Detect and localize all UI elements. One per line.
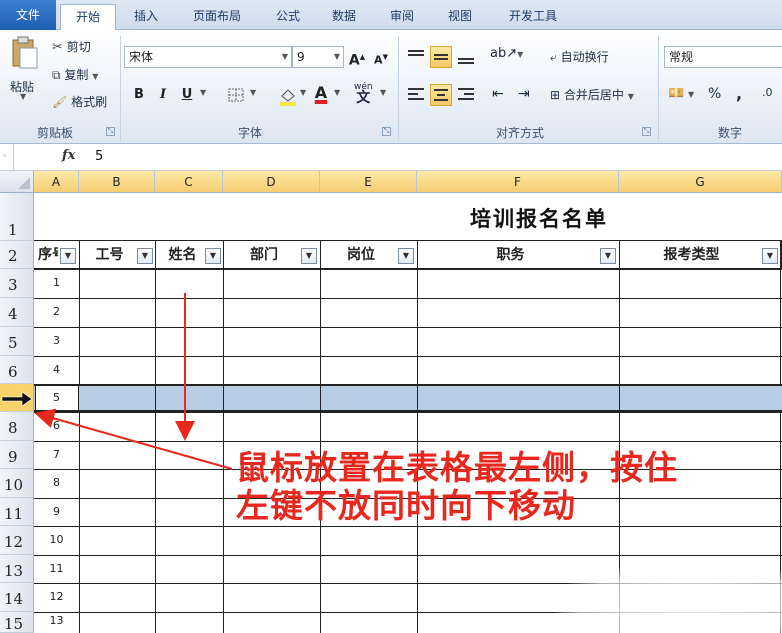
phonetic-icon: 文	[356, 90, 371, 106]
font-size-select[interactable]: 9 ▼	[292, 46, 344, 68]
chevron-down-icon[interactable]: ▼	[200, 88, 206, 97]
chevron-down-icon: ▼	[92, 72, 99, 81]
orientation-icon: ab↗	[490, 46, 518, 61]
cursor-arrow-icon	[1, 391, 33, 407]
grow-font-glyph: A	[348, 52, 360, 69]
pointer-arrow-icon	[34, 408, 233, 470]
bold-button[interactable]: B	[128, 84, 150, 106]
merge-center-label: 合并后居中	[563, 88, 624, 102]
font-name-select[interactable]: 宋体 ▼	[124, 46, 292, 68]
name-box[interactable]: ◦	[0, 144, 14, 170]
ribbon: 粘贴 ▼ ✂ 剪切 ⧉ 复制 ▼ 🖌 格式刷 剪贴板 ⤡ 宋体 ▼ 9 ▼ A▲…	[0, 30, 782, 144]
chevron-down-icon: ▼	[688, 90, 695, 99]
chevron-down-icon[interactable]: ▼	[250, 88, 256, 97]
copy-button[interactable]: ⧉ 复制 ▼	[52, 66, 98, 83]
borders-icon[interactable]	[228, 88, 246, 104]
merge-center-button[interactable]: ⊞ 合并后居中 ▼	[550, 86, 634, 103]
brush-icon: 🖌	[52, 95, 68, 109]
group-label-clipboard: 剪贴板	[36, 126, 73, 140]
comma-button[interactable]: ,	[736, 84, 742, 103]
annotation-text: 鼠标放置在表格最左侧，按住 左键不放同时向下移动	[236, 449, 678, 525]
font-name-value: 宋体	[129, 50, 154, 64]
shrink-font-glyph: A	[374, 53, 383, 67]
underline-button[interactable]: U	[176, 84, 198, 106]
merge-icon: ⊞	[550, 88, 561, 102]
tab-review[interactable]: 审阅	[382, 4, 422, 30]
align-middle-button[interactable]	[430, 46, 452, 68]
paste-button[interactable]: 粘贴 ▼	[6, 34, 42, 104]
formula-input[interactable]: 5	[95, 149, 103, 164]
excel-window: 文件 开始 插入 页面布局 公式 数据 审阅 视图 开发工具 粘贴 ▼ ✂ 剪切…	[0, 0, 782, 633]
tab-formulas[interactable]: 公式	[268, 4, 308, 30]
format-painter-label: 格式刷	[71, 95, 108, 109]
wrap-text-label: 自动换行	[560, 50, 609, 64]
fill-color-icon[interactable]	[278, 86, 298, 106]
number-format-value: 常规	[669, 50, 694, 64]
annotation-line-2: 左键不放同时向下移动	[236, 486, 576, 525]
chevron-down-icon: ▼	[281, 52, 288, 61]
phonetic-button[interactable]: wén 文	[354, 82, 373, 106]
percent-button[interactable]: %	[708, 86, 721, 102]
font-size-value: 9	[297, 50, 305, 64]
chevron-down-icon: ▼	[517, 50, 524, 59]
align-bottom-icon[interactable]	[456, 48, 476, 66]
chevron-down-icon[interactable]: ▼	[300, 88, 306, 97]
chevron-down-icon: ▼	[333, 52, 340, 61]
chevron-down-icon: ▼	[627, 92, 634, 101]
group-label-alignment: 对齐方式	[495, 126, 544, 140]
currency-icon: 💴	[668, 86, 685, 101]
font-launcher-icon[interactable]: ⤡	[382, 127, 391, 136]
tab-home[interactable]: 开始	[60, 4, 116, 31]
tab-view[interactable]: 视图	[440, 4, 480, 30]
fx-icon[interactable]: fx	[62, 148, 75, 163]
align-center-button[interactable]	[430, 84, 452, 106]
group-label-font: 字体	[237, 126, 262, 140]
watermark	[556, 563, 782, 633]
tab-file[interactable]: 文件	[0, 0, 56, 30]
italic-button[interactable]: I	[152, 84, 174, 106]
worksheet-grid[interactable]: A B C D E F G 1 2 3 4 5 6 8 9 10 11 12 1…	[0, 171, 782, 633]
wrap-text-button[interactable]: ⤶ 自动换行	[550, 48, 609, 65]
format-painter-button[interactable]: 🖌 格式刷	[52, 93, 107, 110]
copy-icon: ⧉	[52, 68, 61, 82]
shrink-font-button[interactable]: A▼	[370, 46, 392, 68]
scissors-icon: ✂	[52, 40, 63, 55]
cut-label: 剪切	[66, 40, 91, 54]
divider	[120, 36, 121, 140]
orientation-button[interactable]: ab↗▼	[490, 46, 523, 61]
paste-icon	[12, 36, 38, 69]
increase-indent-icon[interactable]: ⇥	[518, 86, 530, 102]
chevron-down-icon[interactable]: ▼	[334, 88, 340, 97]
align-top-icon[interactable]	[406, 48, 426, 66]
cut-button[interactable]: ✂ 剪切	[52, 38, 91, 55]
align-middle-icon	[434, 54, 448, 60]
align-right-icon[interactable]	[456, 86, 476, 104]
tab-developer[interactable]: 开发工具	[498, 4, 568, 30]
alignment-launcher-icon[interactable]: ⤡	[642, 127, 651, 136]
group-label-number: 数字	[717, 126, 742, 140]
ribbon-tabs: 文件 开始 插入 页面布局 公式 数据 审阅 视图 开发工具	[0, 0, 782, 31]
copy-label: 复制	[64, 68, 89, 82]
divider	[658, 36, 659, 140]
clipboard-launcher-icon[interactable]: ⤡	[106, 127, 115, 136]
chevron-down-icon[interactable]: ▼	[380, 88, 386, 97]
wrap-text-icon: ⤶	[550, 50, 557, 64]
tab-data[interactable]: 数据	[324, 4, 364, 30]
tab-insert[interactable]: 插入	[126, 4, 166, 30]
tab-page-layout[interactable]: 页面布局	[182, 4, 252, 30]
accounting-format-button[interactable]: 💴 ▼	[668, 86, 694, 101]
align-left-icon[interactable]	[406, 86, 426, 104]
number-format-select[interactable]: 常规	[664, 46, 782, 68]
formula-bar: ◦ fx 5	[0, 144, 782, 171]
chevron-down-icon: ▼	[20, 92, 27, 101]
increase-decimal-icon[interactable]: .0	[762, 86, 773, 99]
font-color-button[interactable]: A	[310, 82, 332, 104]
decrease-indent-icon[interactable]: ⇤	[492, 86, 504, 102]
align-center-icon	[434, 89, 448, 101]
grow-font-button[interactable]: A▲	[346, 46, 368, 69]
annotation-line-1: 鼠标放置在表格最左侧，按住	[236, 448, 678, 487]
divider	[398, 36, 399, 140]
